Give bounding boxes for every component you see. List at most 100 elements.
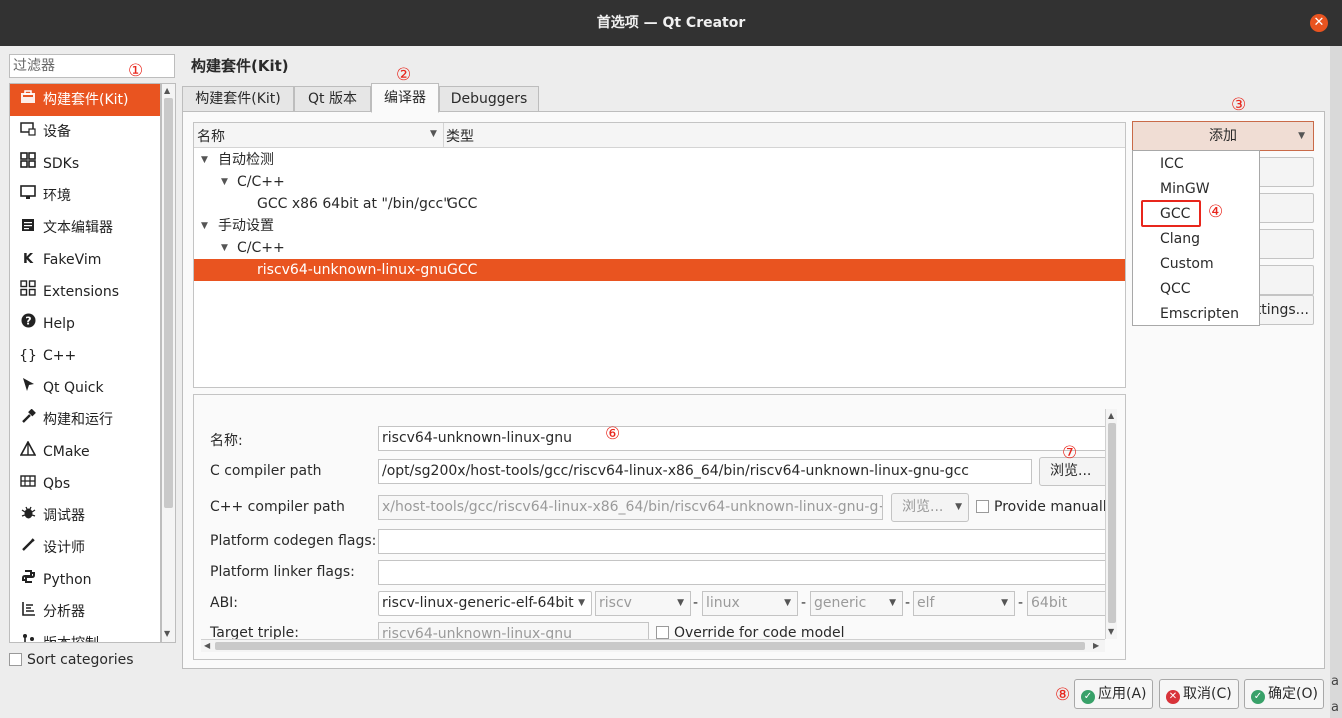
scroll-right-icon[interactable]: ▶ — [1093, 641, 1099, 650]
sidebar-item-build-run[interactable]: 构建和运行 — [10, 404, 160, 436]
sidebar-item-environment[interactable]: 环境 — [10, 180, 160, 212]
override-code-model-label: Override for code model — [674, 625, 845, 639]
scrollbar-thumb[interactable] — [164, 98, 173, 508]
category-list: 构建套件(Kit) 设备 SDKs 环境 文本编辑器 K FakeVim Ext… — [9, 83, 161, 643]
sidebar-item-devices[interactable]: 设备 — [10, 116, 160, 148]
abi-os-select[interactable]: linux ▼ — [702, 591, 798, 616]
abi-architecture-select[interactable]: riscv ▼ — [595, 591, 691, 616]
sidebar-item-cmake[interactable]: CMake — [10, 436, 160, 468]
add-button[interactable]: 添加 ▼ — [1132, 121, 1314, 151]
sidebar-item-analyzer[interactable]: 分析器 — [10, 596, 160, 628]
column-header-type[interactable]: 类型 — [446, 126, 474, 146]
abi-format-select[interactable]: elf ▼ — [913, 591, 1015, 616]
svg-text:?: ? — [25, 315, 31, 328]
sidebar-item-python[interactable]: Python — [10, 564, 160, 596]
menu-item-qcc[interactable]: QCC — [1160, 281, 1191, 297]
form-vertical-scrollbar[interactable]: ▲ ▼ — [1105, 409, 1117, 639]
codegen-flags-label: Platform codegen flags: — [210, 533, 377, 549]
expand-arrow-icon[interactable]: ▼ — [201, 215, 208, 237]
abi-select-value: riscv-linux-generic-elf-64bit — [382, 595, 574, 611]
sidebar-item-sdks[interactable]: SDKs — [10, 148, 160, 180]
sidebar-item-qbs[interactable]: Qbs — [10, 468, 160, 500]
linker-flags-field[interactable] — [378, 560, 1105, 585]
sidebar-item-label: SDKs — [43, 156, 80, 172]
sidebar-item-fakevim[interactable]: K FakeVim — [10, 244, 160, 276]
tree-row-gcc-x86[interactable]: GCC x86 64bit at "/bin/gcc" GCC — [194, 193, 1125, 215]
scroll-up-icon[interactable]: ▲ — [164, 86, 170, 95]
close-icon[interactable]: ✕ — [1310, 14, 1328, 32]
scroll-down-icon[interactable]: ▼ — [164, 629, 170, 638]
tree-row-auto-cpp[interactable]: ▼ C/C++ — [194, 171, 1125, 193]
provide-manually-checkbox[interactable]: Provide manuall — [976, 499, 1105, 515]
sort-categories-checkbox[interactable]: Sort categories — [9, 652, 134, 668]
scrollbar-thumb[interactable] — [1108, 423, 1116, 623]
tab-debuggers[interactable]: Debuggers — [439, 86, 539, 112]
expand-arrow-icon[interactable]: ▼ — [221, 237, 228, 259]
tab-kits[interactable]: 构建套件(Kit) — [182, 86, 294, 112]
scroll-up-icon[interactable]: ▲ — [1108, 411, 1114, 420]
name-field[interactable]: riscv64-unknown-linux-gnu — [378, 426, 1105, 451]
sidebar-item-extensions[interactable]: Extensions — [10, 276, 160, 308]
cancel-button[interactable]: ✕ 取消(C) — [1159, 679, 1239, 709]
tab-qt-versions[interactable]: Qt 版本 — [294, 86, 371, 112]
column-header-name[interactable]: 名称 — [197, 126, 225, 146]
scroll-down-icon[interactable]: ▼ — [1108, 627, 1114, 636]
sidebar-item-text-editor[interactable]: 文本编辑器 — [10, 212, 160, 244]
menu-item-mingw[interactable]: MinGW — [1160, 181, 1210, 197]
tree-row-manual[interactable]: ▼ 手动设置 — [194, 215, 1125, 237]
annotation-8: ⑧ — [1055, 685, 1071, 705]
menu-item-emscripten[interactable]: Emscripten — [1160, 306, 1239, 322]
add-button-label: 添加 — [1209, 128, 1237, 144]
abi-flavor-select[interactable]: generic ▼ — [810, 591, 903, 616]
cpp-compiler-path-field[interactable]: x/host-tools/gcc/riscv64-linux-x86_64/bi… — [378, 495, 883, 520]
dropdown-arrow-icon: ▼ — [1001, 598, 1008, 608]
background-window-strip: a a — [1330, 46, 1342, 718]
abi-width-select[interactable]: 64bit — [1027, 591, 1105, 616]
browse-disabled-button[interactable]: 浏览... ▼ — [891, 493, 969, 522]
filter-input[interactable]: 过滤器 — [9, 54, 175, 78]
sidebar-item-version-control[interactable]: 版本控制 — [10, 628, 160, 642]
provide-manually-label: Provide manuall — [994, 499, 1105, 515]
fakevim-icon: K — [22, 252, 34, 267]
checkbox-box[interactable] — [976, 500, 989, 513]
sidebar-item-label: 环境 — [43, 188, 71, 204]
annotation-6: ⑥ — [605, 424, 621, 444]
codegen-flags-field[interactable] — [378, 529, 1105, 554]
sort-categories-label: Sort categories — [27, 652, 134, 668]
apply-label: 应用(A) — [1098, 686, 1147, 702]
tree-row-manual-cpp[interactable]: ▼ C/C++ — [194, 237, 1125, 259]
scroll-left-icon[interactable]: ◀ — [204, 641, 210, 650]
expand-arrow-icon[interactable]: ▼ — [201, 149, 208, 171]
checkbox-box[interactable] — [656, 626, 669, 639]
tree-row-riscv64[interactable]: riscv64-unknown-linux-gnu GCC — [194, 259, 1125, 281]
expand-arrow-icon[interactable]: ▼ — [221, 171, 228, 193]
sidebar-item-designer[interactable]: 设计师 — [10, 532, 160, 564]
c-compiler-path-field[interactable]: /opt/sg200x/host-tools/gcc/riscv64-linux… — [378, 459, 1032, 484]
category-list-scrollbar[interactable]: ▲ ▼ — [161, 83, 176, 643]
scrollbar-thumb[interactable] — [215, 642, 1085, 650]
target-triple-field[interactable]: riscv64-unknown-linux-gnu — [378, 622, 649, 639]
apply-button[interactable]: ✓ 应用(A) — [1074, 679, 1153, 709]
menu-item-icc[interactable]: ICC — [1160, 156, 1184, 172]
sidebar-item-kits[interactable]: 构建套件(Kit) — [10, 84, 160, 116]
form-horizontal-scrollbar[interactable]: ◀ ▶ — [201, 639, 1105, 652]
menu-item-clang[interactable]: Clang — [1160, 231, 1200, 247]
sidebar-item-label: 设计师 — [43, 540, 85, 556]
sidebar-item-qt-quick[interactable]: Qt Quick — [10, 372, 160, 404]
sidebar-item-debugger[interactable]: 调试器 — [10, 500, 160, 532]
sidebar-item-help[interactable]: ? Help — [10, 308, 160, 340]
checkbox-box[interactable] — [9, 653, 22, 666]
target-triple-label: Target triple: — [210, 625, 300, 639]
add-compiler-menu: ICC MinGW GCC Clang Custom QCC Emscripte… — [1132, 150, 1260, 326]
menu-item-custom[interactable]: Custom — [1160, 256, 1214, 272]
abi-select[interactable]: riscv-linux-generic-elf-64bit ▼ — [378, 591, 592, 616]
check-icon: ✓ — [1251, 690, 1265, 704]
tree-row-auto-detected[interactable]: ▼ 自动检测 — [194, 149, 1125, 171]
override-code-model-checkbox[interactable]: Override for code model — [656, 625, 845, 639]
build-run-icon — [18, 404, 38, 436]
sidebar-item-label: FakeVim — [43, 252, 102, 268]
sidebar-item-cpp[interactable]: {} C++ — [10, 340, 160, 372]
tab-compilers[interactable]: 编译器 — [371, 83, 439, 113]
ok-button[interactable]: ✓ 确定(O) — [1244, 679, 1324, 709]
sidebar-item-label: 分析器 — [43, 604, 85, 620]
